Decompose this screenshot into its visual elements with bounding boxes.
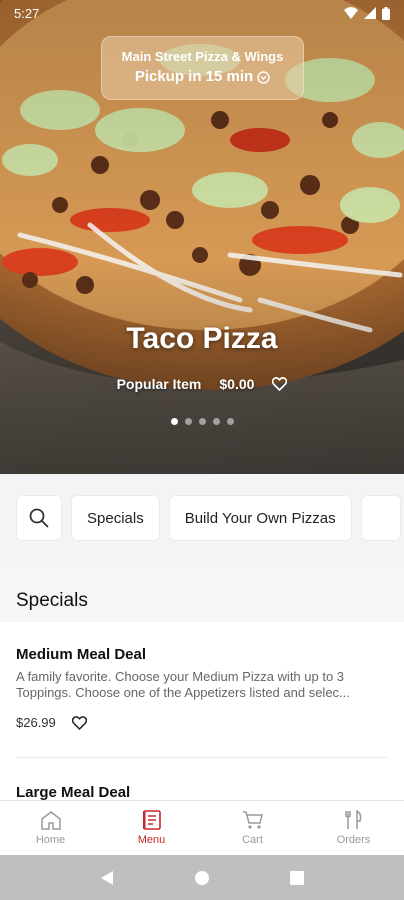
item-description-line: A family favorite. Choose your Medium Pi… <box>16 669 345 684</box>
wifi-icon <box>344 7 358 19</box>
store-name: Main Street Pizza & Wings <box>121 49 284 64</box>
favorite-heart-icon[interactable] <box>71 715 87 730</box>
featured-price: $0.00 <box>219 376 255 392</box>
nav-label: Orders <box>336 834 371 846</box>
nav-label: Home <box>35 834 66 846</box>
nav-orders[interactable]: Orders <box>303 801 404 855</box>
carousel-dot[interactable] <box>184 418 192 425</box>
carousel-dot[interactable] <box>198 418 206 425</box>
back-icon[interactable] <box>100 870 114 886</box>
nav-label: Cart <box>242 834 263 846</box>
nav-home[interactable]: Home <box>0 801 101 855</box>
category-chip-specials[interactable]: Specials <box>71 495 160 541</box>
featured-badge: Popular Item <box>116 376 202 392</box>
system-navigation-bar <box>0 855 404 900</box>
recents-icon[interactable] <box>290 870 304 885</box>
carousel-dot[interactable] <box>170 418 178 425</box>
pickup-time-text: Pickup in 15 min <box>134 68 254 85</box>
favorite-heart-icon[interactable] <box>272 377 288 391</box>
carousel-indicator <box>0 418 404 425</box>
hero-banner[interactable]: 5:27 Main Street Pizza & Wings Pickup in… <box>0 0 404 474</box>
home-icon <box>40 811 61 830</box>
item-description: A family favorite. Choose your Medium Pi… <box>16 669 388 701</box>
battery-icon <box>382 6 390 20</box>
item-name: Large Meal Deal <box>16 784 131 800</box>
menu-item[interactable]: Medium Meal Deal A family favorite. Choo… <box>16 622 388 758</box>
featured-item-title: Taco Pizza <box>126 322 278 355</box>
menu-item[interactable]: Large Meal Deal <box>16 758 388 800</box>
item-name: Medium Meal Deal <box>16 646 147 663</box>
pickup-selector[interactable]: Main Street Pizza & Wings Pickup in 15 m… <box>101 36 304 100</box>
cart-icon <box>242 811 263 829</box>
carousel-dot[interactable] <box>226 418 234 425</box>
search-button[interactable] <box>16 495 62 541</box>
item-description-line: Toppings. Choose one of the Appetizers l… <box>16 685 350 700</box>
search-icon <box>29 508 49 528</box>
category-chip-build-your-own[interactable]: Build Your Own Pizzas <box>168 495 352 541</box>
category-bar: Specials Build Your Own Pizzas <box>0 474 404 562</box>
nav-cart[interactable]: Cart <box>202 801 303 855</box>
status-time: 5:27 <box>14 5 40 21</box>
category-chip-next[interactable] <box>360 495 401 541</box>
menu-item-list: Medium Meal Deal A family favorite. Choo… <box>0 622 404 800</box>
menu-icon <box>142 810 161 830</box>
bottom-navigation: Home Menu Cart Orders <box>0 800 404 855</box>
status-bar: 5:27 <box>0 0 404 26</box>
carousel-dot[interactable] <box>212 418 220 425</box>
chevron-down-circle-icon <box>257 70 270 84</box>
signal-icon <box>364 7 376 19</box>
home-circle-icon[interactable] <box>194 870 210 886</box>
section-title: Specials <box>16 590 88 611</box>
nav-menu[interactable]: Menu <box>101 801 202 855</box>
nav-label: Menu <box>137 834 166 846</box>
orders-icon <box>344 810 361 829</box>
item-price: $26.99 <box>16 715 56 730</box>
